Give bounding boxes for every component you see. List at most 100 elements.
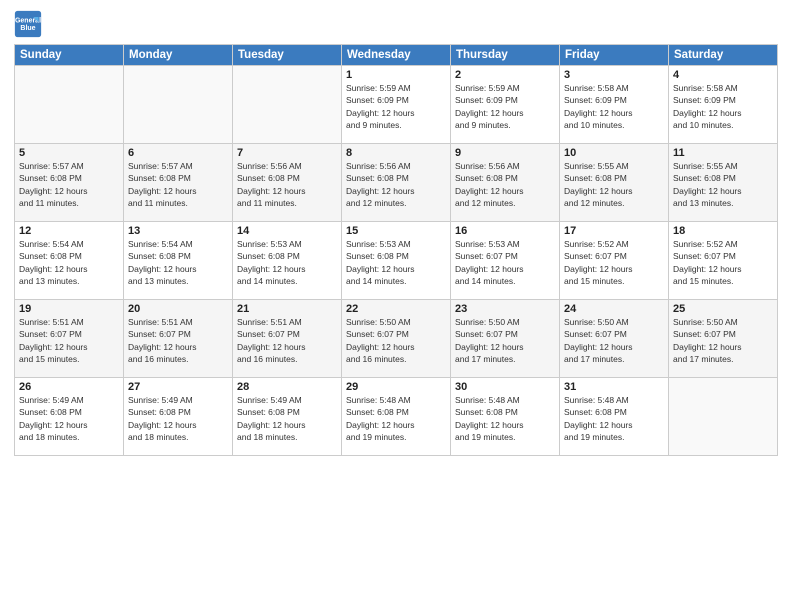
calendar-week-1: 1Sunrise: 5:59 AM Sunset: 6:09 PM Daylig…: [15, 66, 778, 144]
calendar-cell: 16Sunrise: 5:53 AM Sunset: 6:07 PM Dayli…: [451, 222, 560, 300]
day-info: Sunrise: 5:55 AM Sunset: 6:08 PM Dayligh…: [564, 160, 664, 209]
calendar-cell: 25Sunrise: 5:50 AM Sunset: 6:07 PM Dayli…: [669, 300, 778, 378]
calendar-cell: 23Sunrise: 5:50 AM Sunset: 6:07 PM Dayli…: [451, 300, 560, 378]
calendar-cell: 19Sunrise: 5:51 AM Sunset: 6:07 PM Dayli…: [15, 300, 124, 378]
calendar-cell: [669, 378, 778, 456]
calendar-cell: 22Sunrise: 5:50 AM Sunset: 6:07 PM Dayli…: [342, 300, 451, 378]
calendar-table: Sunday Monday Tuesday Wednesday Thursday…: [14, 44, 778, 456]
calendar-cell: 3Sunrise: 5:58 AM Sunset: 6:09 PM Daylig…: [560, 66, 669, 144]
day-info: Sunrise: 5:51 AM Sunset: 6:07 PM Dayligh…: [128, 316, 228, 365]
calendar-week-5: 26Sunrise: 5:49 AM Sunset: 6:08 PM Dayli…: [15, 378, 778, 456]
calendar-cell: 20Sunrise: 5:51 AM Sunset: 6:07 PM Dayli…: [124, 300, 233, 378]
calendar-cell: 6Sunrise: 5:57 AM Sunset: 6:08 PM Daylig…: [124, 144, 233, 222]
day-number: 17: [564, 225, 664, 237]
day-number: 9: [455, 147, 555, 159]
calendar-cell: 29Sunrise: 5:48 AM Sunset: 6:08 PM Dayli…: [342, 378, 451, 456]
day-number: 29: [346, 381, 446, 393]
col-friday: Friday: [560, 45, 669, 66]
calendar-cell: 12Sunrise: 5:54 AM Sunset: 6:08 PM Dayli…: [15, 222, 124, 300]
day-info: Sunrise: 5:57 AM Sunset: 6:08 PM Dayligh…: [128, 160, 228, 209]
day-info: Sunrise: 5:59 AM Sunset: 6:09 PM Dayligh…: [455, 82, 555, 131]
day-info: Sunrise: 5:58 AM Sunset: 6:09 PM Dayligh…: [673, 82, 773, 131]
day-info: Sunrise: 5:56 AM Sunset: 6:08 PM Dayligh…: [455, 160, 555, 209]
col-tuesday: Tuesday: [233, 45, 342, 66]
calendar-cell: 17Sunrise: 5:52 AM Sunset: 6:07 PM Dayli…: [560, 222, 669, 300]
day-info: Sunrise: 5:49 AM Sunset: 6:08 PM Dayligh…: [128, 394, 228, 443]
calendar-cell: 13Sunrise: 5:54 AM Sunset: 6:08 PM Dayli…: [124, 222, 233, 300]
calendar-cell: 1Sunrise: 5:59 AM Sunset: 6:09 PM Daylig…: [342, 66, 451, 144]
calendar-cell: 2Sunrise: 5:59 AM Sunset: 6:09 PM Daylig…: [451, 66, 560, 144]
day-info: Sunrise: 5:53 AM Sunset: 6:07 PM Dayligh…: [455, 238, 555, 287]
calendar-cell: [233, 66, 342, 144]
day-info: Sunrise: 5:51 AM Sunset: 6:07 PM Dayligh…: [237, 316, 337, 365]
day-number: 5: [19, 147, 119, 159]
day-number: 2: [455, 69, 555, 81]
day-number: 10: [564, 147, 664, 159]
day-number: 7: [237, 147, 337, 159]
day-number: 24: [564, 303, 664, 315]
day-number: 27: [128, 381, 228, 393]
day-info: Sunrise: 5:56 AM Sunset: 6:08 PM Dayligh…: [237, 160, 337, 209]
day-number: 30: [455, 381, 555, 393]
calendar-cell: [15, 66, 124, 144]
day-info: Sunrise: 5:52 AM Sunset: 6:07 PM Dayligh…: [673, 238, 773, 287]
col-sunday: Sunday: [15, 45, 124, 66]
logo-icon: General Blue: [14, 10, 42, 38]
day-number: 6: [128, 147, 228, 159]
calendar-cell: 30Sunrise: 5:48 AM Sunset: 6:08 PM Dayli…: [451, 378, 560, 456]
day-number: 26: [19, 381, 119, 393]
day-info: Sunrise: 5:57 AM Sunset: 6:08 PM Dayligh…: [19, 160, 119, 209]
calendar-cell: 9Sunrise: 5:56 AM Sunset: 6:08 PM Daylig…: [451, 144, 560, 222]
col-thursday: Thursday: [451, 45, 560, 66]
col-monday: Monday: [124, 45, 233, 66]
calendar-cell: 5Sunrise: 5:57 AM Sunset: 6:08 PM Daylig…: [15, 144, 124, 222]
day-number: 15: [346, 225, 446, 237]
day-info: Sunrise: 5:50 AM Sunset: 6:07 PM Dayligh…: [346, 316, 446, 365]
day-number: 31: [564, 381, 664, 393]
day-info: Sunrise: 5:53 AM Sunset: 6:08 PM Dayligh…: [237, 238, 337, 287]
calendar-cell: 10Sunrise: 5:55 AM Sunset: 6:08 PM Dayli…: [560, 144, 669, 222]
day-info: Sunrise: 5:53 AM Sunset: 6:08 PM Dayligh…: [346, 238, 446, 287]
calendar-cell: 15Sunrise: 5:53 AM Sunset: 6:08 PM Dayli…: [342, 222, 451, 300]
calendar-cell: 11Sunrise: 5:55 AM Sunset: 6:08 PM Dayli…: [669, 144, 778, 222]
calendar-cell: 24Sunrise: 5:50 AM Sunset: 6:07 PM Dayli…: [560, 300, 669, 378]
day-info: Sunrise: 5:59 AM Sunset: 6:09 PM Dayligh…: [346, 82, 446, 131]
day-info: Sunrise: 5:52 AM Sunset: 6:07 PM Dayligh…: [564, 238, 664, 287]
day-number: 18: [673, 225, 773, 237]
day-number: 1: [346, 69, 446, 81]
calendar-cell: 31Sunrise: 5:48 AM Sunset: 6:08 PM Dayli…: [560, 378, 669, 456]
calendar-cell: 8Sunrise: 5:56 AM Sunset: 6:08 PM Daylig…: [342, 144, 451, 222]
day-number: 21: [237, 303, 337, 315]
day-number: 3: [564, 69, 664, 81]
calendar-cell: 7Sunrise: 5:56 AM Sunset: 6:08 PM Daylig…: [233, 144, 342, 222]
day-number: 19: [19, 303, 119, 315]
calendar-page: General Blue Sunday Monday Tuesday Wedne…: [0, 0, 792, 612]
calendar-cell: 27Sunrise: 5:49 AM Sunset: 6:08 PM Dayli…: [124, 378, 233, 456]
calendar-cell: 26Sunrise: 5:49 AM Sunset: 6:08 PM Dayli…: [15, 378, 124, 456]
calendar-week-2: 5Sunrise: 5:57 AM Sunset: 6:08 PM Daylig…: [15, 144, 778, 222]
calendar-cell: 4Sunrise: 5:58 AM Sunset: 6:09 PM Daylig…: [669, 66, 778, 144]
calendar-cell: 14Sunrise: 5:53 AM Sunset: 6:08 PM Dayli…: [233, 222, 342, 300]
day-number: 14: [237, 225, 337, 237]
day-number: 22: [346, 303, 446, 315]
calendar-week-3: 12Sunrise: 5:54 AM Sunset: 6:08 PM Dayli…: [15, 222, 778, 300]
day-info: Sunrise: 5:48 AM Sunset: 6:08 PM Dayligh…: [455, 394, 555, 443]
calendar-cell: 18Sunrise: 5:52 AM Sunset: 6:07 PM Dayli…: [669, 222, 778, 300]
logo: General Blue: [14, 10, 46, 38]
day-info: Sunrise: 5:54 AM Sunset: 6:08 PM Dayligh…: [19, 238, 119, 287]
day-info: Sunrise: 5:48 AM Sunset: 6:08 PM Dayligh…: [346, 394, 446, 443]
header: General Blue: [14, 10, 778, 38]
day-number: 8: [346, 147, 446, 159]
day-number: 16: [455, 225, 555, 237]
day-info: Sunrise: 5:49 AM Sunset: 6:08 PM Dayligh…: [19, 394, 119, 443]
day-number: 25: [673, 303, 773, 315]
day-number: 11: [673, 147, 773, 159]
calendar-cell: 28Sunrise: 5:49 AM Sunset: 6:08 PM Dayli…: [233, 378, 342, 456]
day-info: Sunrise: 5:51 AM Sunset: 6:07 PM Dayligh…: [19, 316, 119, 365]
col-saturday: Saturday: [669, 45, 778, 66]
day-info: Sunrise: 5:54 AM Sunset: 6:08 PM Dayligh…: [128, 238, 228, 287]
day-info: Sunrise: 5:58 AM Sunset: 6:09 PM Dayligh…: [564, 82, 664, 131]
day-number: 28: [237, 381, 337, 393]
day-info: Sunrise: 5:50 AM Sunset: 6:07 PM Dayligh…: [455, 316, 555, 365]
day-info: Sunrise: 5:50 AM Sunset: 6:07 PM Dayligh…: [673, 316, 773, 365]
